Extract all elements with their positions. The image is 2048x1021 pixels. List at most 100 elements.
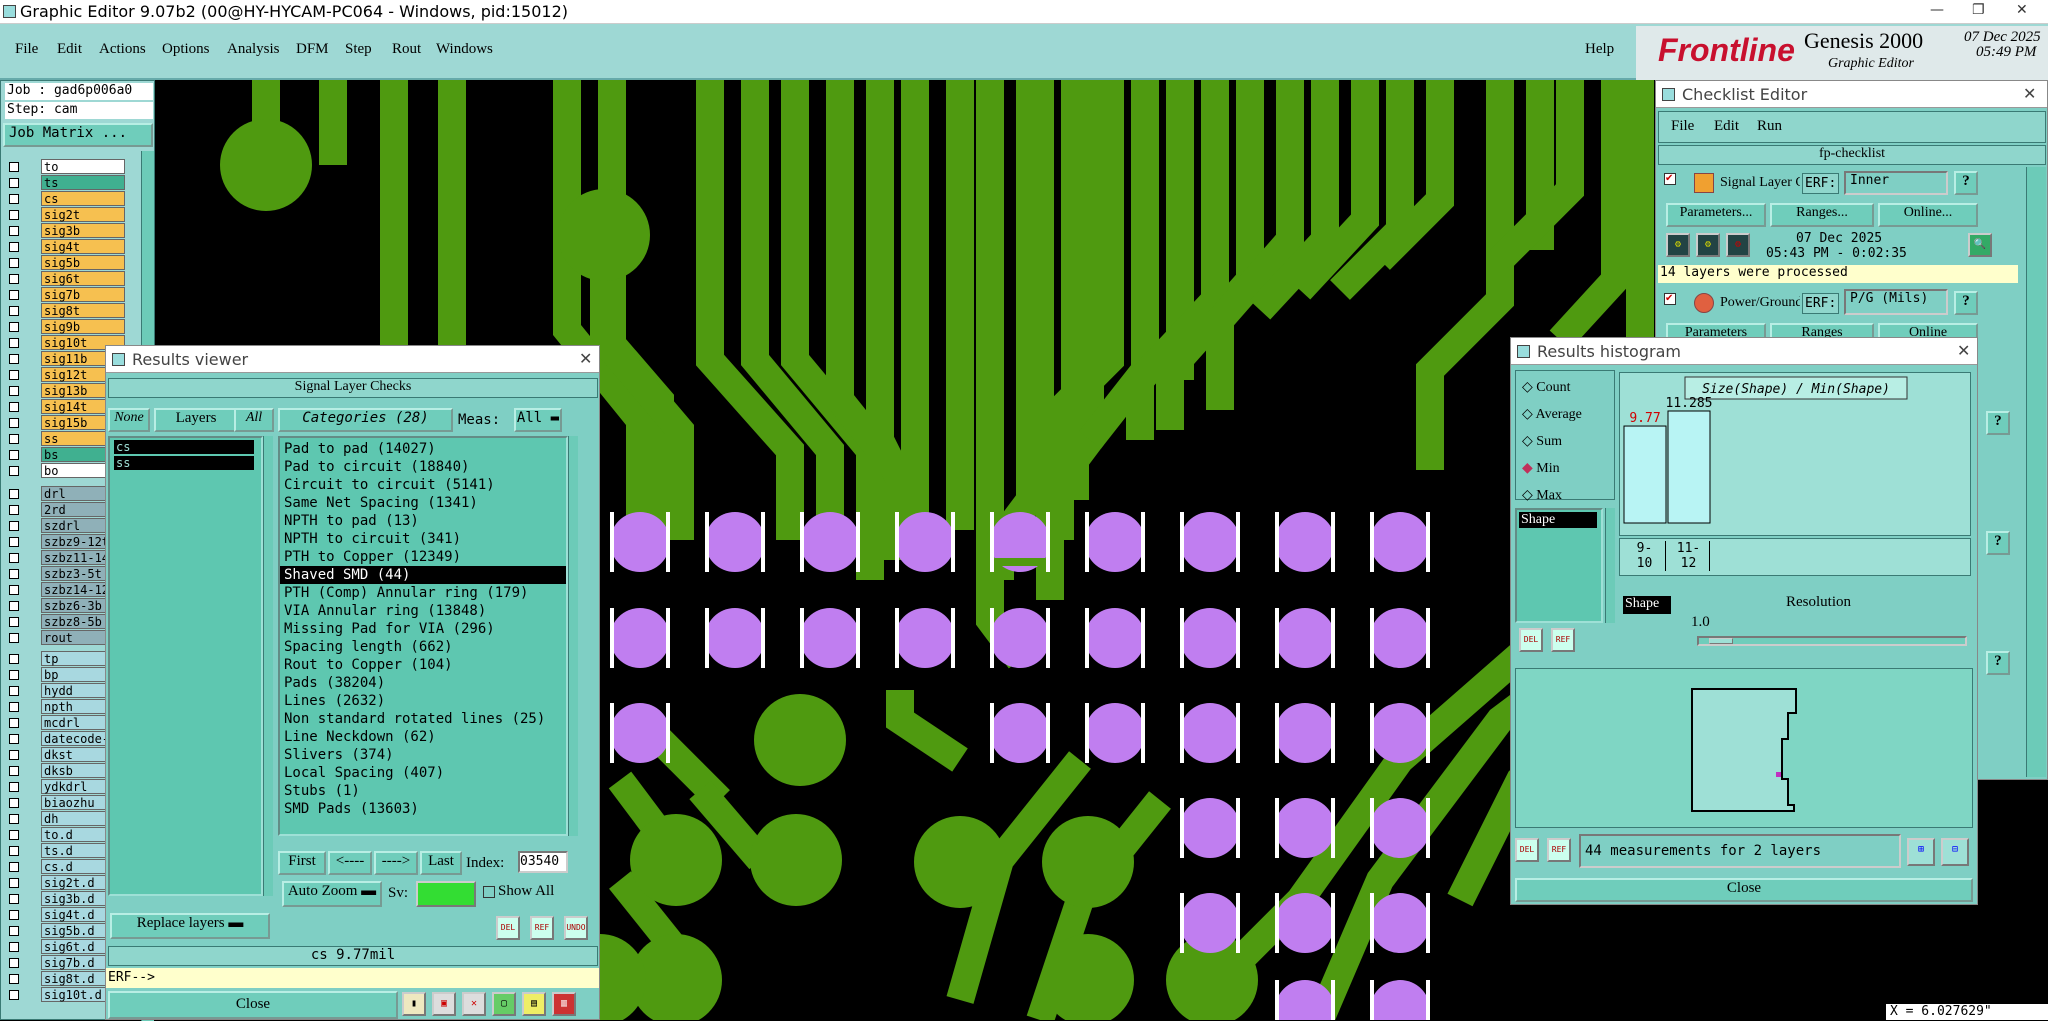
category-item[interactable]: VIA Annular ring (13848) (280, 602, 566, 620)
restore-icon[interactable]: ❐ (1972, 2, 1985, 18)
layer-checkbox[interactable] (9, 418, 19, 428)
layer-checkbox[interactable] (9, 505, 19, 515)
shape-list-scrollbar[interactable] (1605, 508, 1615, 623)
help-button-4[interactable]: ? (1986, 531, 2010, 555)
layer-checkbox[interactable] (9, 846, 19, 856)
menu-file[interactable]: File (15, 41, 38, 58)
histogram-close-button[interactable]: Close (1515, 878, 1973, 902)
category-item[interactable]: Rout to Copper (104) (280, 656, 566, 674)
next-button[interactable]: ----> (374, 851, 418, 875)
layer-name[interactable]: sig5b (41, 255, 125, 270)
category-item[interactable]: Non standard rotated lines (25) (280, 710, 566, 728)
histogram-bar[interactable] (1623, 425, 1667, 524)
category-item[interactable]: Circuit to circuit (5141) (280, 476, 566, 494)
layer-checkbox[interactable] (9, 734, 19, 744)
category-item[interactable]: PTH (Comp) Annular ring (179) (280, 584, 566, 602)
category-item[interactable]: Slivers (374) (280, 746, 566, 764)
layer-name[interactable]: ts (41, 175, 125, 190)
shape-list-item[interactable]: Shape (1519, 512, 1597, 528)
layer-checkbox[interactable] (9, 601, 19, 611)
layer-checkbox[interactable] (9, 434, 19, 444)
layer-checkbox[interactable] (9, 798, 19, 808)
erf-field[interactable]: ERF--> (106, 968, 599, 988)
shape-list[interactable]: Shape (1515, 508, 1603, 623)
layer-checkbox[interactable] (9, 942, 19, 952)
close-button[interactable]: Close (108, 991, 398, 1019)
layer-checkbox[interactable] (9, 894, 19, 904)
category-item[interactable]: Local Spacing (407) (280, 764, 566, 782)
checklist-menu-edit[interactable]: Edit (1714, 118, 1739, 135)
category-item[interactable]: NPTH to pad (13) (280, 512, 566, 530)
run-icon-3[interactable]: ⚙ (1726, 233, 1750, 257)
menu-actions[interactable]: Actions (99, 41, 146, 58)
layer-checkbox[interactable] (9, 862, 19, 872)
layer-name[interactable]: cs (41, 191, 125, 206)
layer-checkbox[interactable] (9, 702, 19, 712)
option-max[interactable]: ◇ Max (1522, 487, 1562, 504)
option-average[interactable]: ◇ Average (1522, 406, 1582, 423)
menu-help[interactable]: Help (1585, 41, 1614, 58)
menu-step[interactable]: Step (345, 41, 372, 58)
layer-checkbox[interactable] (9, 521, 19, 531)
layer-checkbox[interactable] (9, 194, 19, 204)
layer-row[interactable]: sig8t (1, 303, 141, 318)
layer-checkbox[interactable] (9, 450, 19, 460)
layer-checkbox[interactable] (9, 617, 19, 627)
menu-windows[interactable]: Windows (436, 41, 493, 58)
categories-scrollbar[interactable] (568, 436, 578, 836)
menu-options[interactable]: Options (162, 41, 210, 58)
category-item[interactable]: Pad to circuit (18840) (280, 458, 566, 476)
preview-ref-icon[interactable]: REF (1547, 838, 1571, 862)
layer-name[interactable]: sig9b (41, 319, 125, 334)
check2-help-button[interactable]: ? (1954, 291, 1978, 315)
layer-checkbox[interactable] (9, 290, 19, 300)
layer-name[interactable]: sig6t (41, 271, 125, 286)
del-icon[interactable]: DEL (496, 916, 520, 940)
layers-all-button[interactable]: All (234, 408, 274, 432)
category-item[interactable]: Stubs (1) (280, 782, 566, 800)
menu-rout[interactable]: Rout (392, 41, 421, 58)
layer-checkbox[interactable] (9, 670, 19, 680)
close-icon[interactable]: ✕ (579, 349, 592, 368)
checklist-menu-run[interactable]: Run (1757, 118, 1782, 135)
option-count[interactable]: ◇ Count (1522, 379, 1571, 396)
check1-erf-value[interactable]: Inner (1844, 171, 1948, 195)
category-item[interactable]: Spacing length (662) (280, 638, 566, 656)
check2-enabled-box[interactable]: ✔ (1664, 293, 1676, 305)
layer-checkbox[interactable] (9, 926, 19, 936)
layer-checkbox[interactable] (9, 782, 19, 792)
layer-checkbox[interactable] (9, 537, 19, 547)
layer-checkbox[interactable] (9, 338, 19, 348)
check1-help-button[interactable]: ? (1954, 171, 1978, 195)
category-item[interactable]: NPTH to circuit (341) (280, 530, 566, 548)
layer-checkbox[interactable] (9, 210, 19, 220)
checklist-menu-file[interactable]: File (1671, 118, 1694, 135)
layer-checkbox[interactable] (9, 489, 19, 499)
tool-icon-1[interactable]: ▮ (402, 992, 426, 1016)
layer-checkbox[interactable] (9, 322, 19, 332)
category-item[interactable]: Missing Pad for VIA (296) (280, 620, 566, 638)
layer-checkbox[interactable] (9, 814, 19, 824)
meas-dropdown[interactable]: All ▬ (514, 408, 562, 432)
layer-checkbox[interactable] (9, 766, 19, 776)
layer-row[interactable]: ts (1, 175, 141, 190)
layer-item-ss[interactable]: ss (114, 456, 254, 470)
zoom-result-icon[interactable]: 🔍 (1968, 233, 1992, 257)
zoom-dropdown[interactable]: Auto Zoom ▬ (282, 881, 382, 907)
layer-checkbox[interactable] (9, 686, 19, 696)
layer-checkbox[interactable] (9, 654, 19, 664)
layer-name[interactable]: sig7b (41, 287, 125, 302)
layer-checkbox[interactable] (9, 750, 19, 760)
layer-checkbox[interactable] (9, 258, 19, 268)
minimize-icon[interactable]: — (1930, 2, 1944, 18)
layer-checkbox[interactable] (9, 830, 19, 840)
layer-row[interactable]: sig2t (1, 207, 141, 222)
hist-tool-icon-2[interactable]: ⊟ (1941, 838, 1969, 866)
layer-name[interactable]: sig8t (41, 303, 125, 318)
category-item[interactable]: Pads (38204) (280, 674, 566, 692)
layer-checkbox[interactable] (9, 553, 19, 563)
run-icon-2[interactable]: ⚙ (1696, 233, 1720, 257)
job-matrix-button[interactable]: Job Matrix ... (3, 123, 153, 147)
index-input[interactable]: 03540 (518, 851, 568, 873)
layer-checkbox[interactable] (9, 466, 19, 476)
